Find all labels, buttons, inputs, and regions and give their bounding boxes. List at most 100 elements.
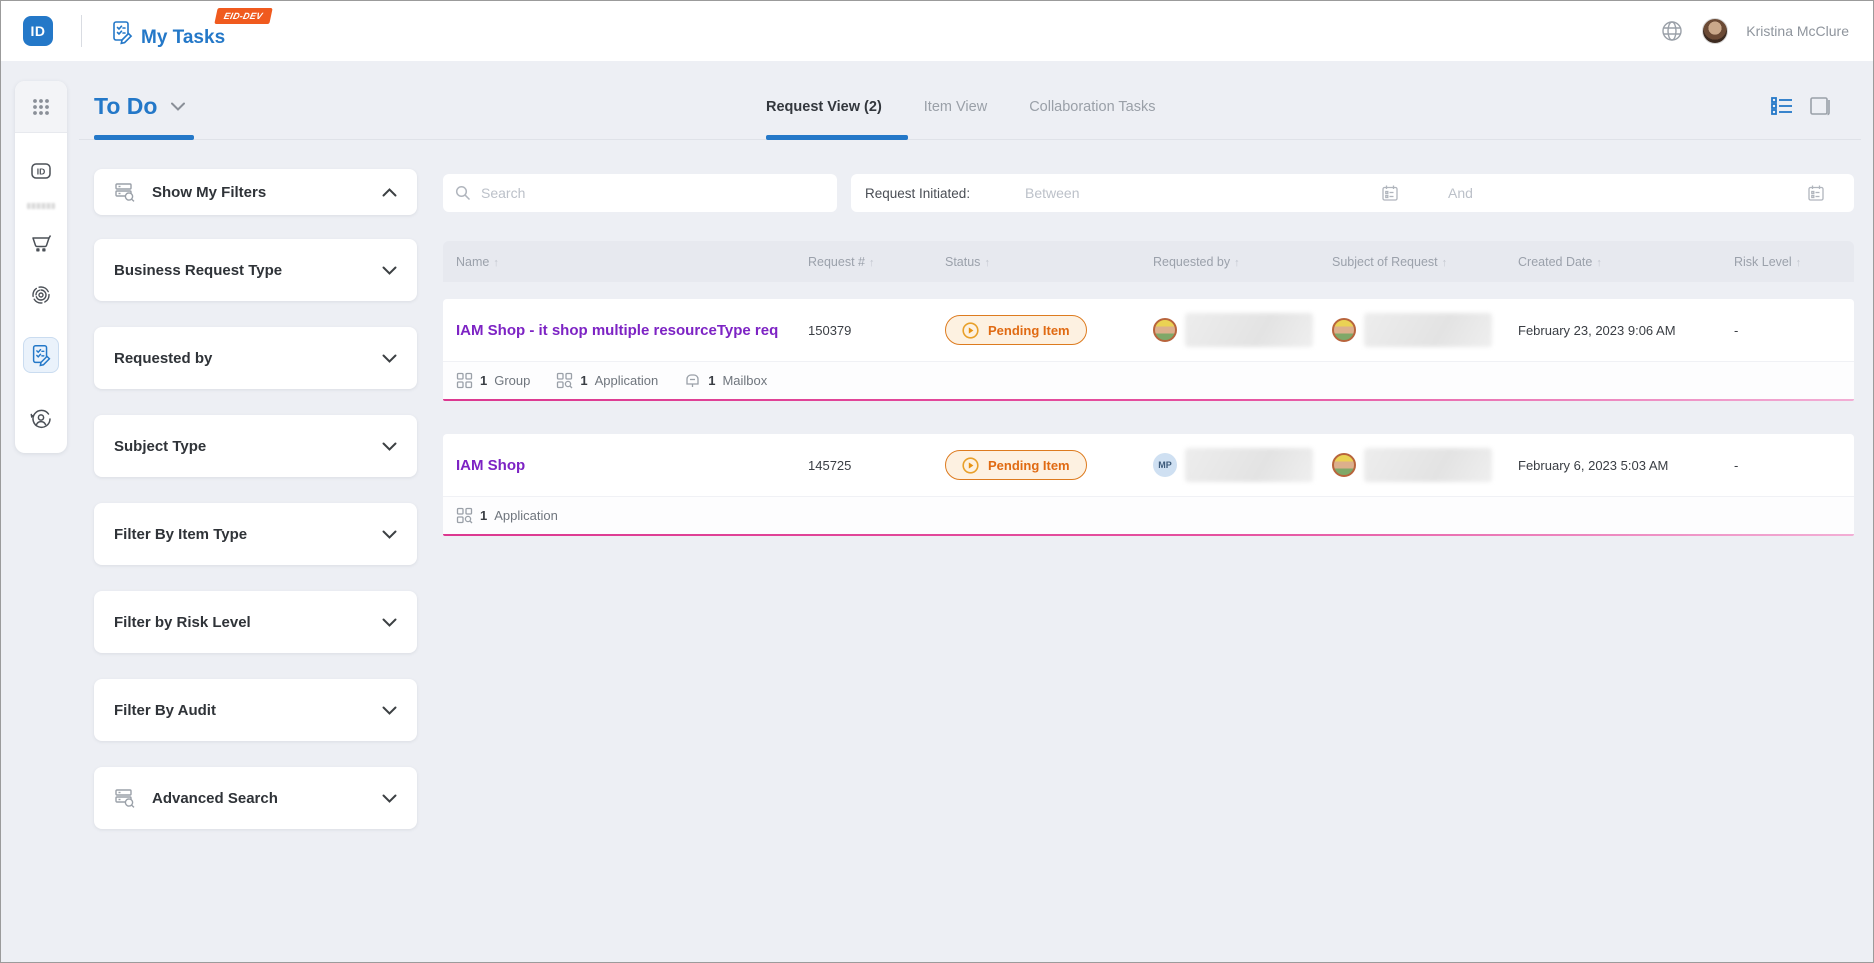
- chevron-down-icon: [382, 442, 397, 451]
- group-icon: [456, 372, 473, 389]
- application-icon: [456, 507, 473, 524]
- request-initiated-label: Request Initiated:: [865, 186, 970, 201]
- view-title-underline: [94, 135, 194, 140]
- svg-text:ID: ID: [37, 167, 46, 177]
- status-badge: Pending Item: [945, 450, 1087, 480]
- calendar-icon[interactable]: [1381, 184, 1399, 202]
- column-header-request-number[interactable]: Request #↑: [795, 255, 932, 269]
- column-header-status[interactable]: Status↑: [932, 255, 1140, 269]
- chevron-down-icon: [382, 706, 397, 715]
- filter-label: Filter By Item Type: [114, 526, 247, 543]
- shop-cart-icon[interactable]: [23, 225, 59, 261]
- redacted-name: [1364, 313, 1492, 347]
- pending-play-icon: [962, 322, 979, 339]
- chevron-down-icon: [382, 354, 397, 363]
- environment-badge: EID-DEV: [214, 8, 272, 24]
- left-sidebar: ID: [15, 81, 67, 453]
- identity-nav-icon[interactable]: ID: [23, 153, 59, 189]
- filter-card-requested-by[interactable]: Requested by: [94, 327, 417, 389]
- table-row[interactable]: IAM Shop - it shop multiple resourceType…: [443, 299, 1854, 401]
- request-name-link[interactable]: IAM Shop: [443, 457, 795, 474]
- created-date: February 23, 2023 9:06 AM: [1505, 323, 1721, 338]
- sort-asc-icon: ↑: [984, 257, 990, 269]
- sort-asc-icon: ↑: [1796, 257, 1802, 269]
- avatar: [1332, 318, 1356, 342]
- sort-asc-icon: ↑: [869, 257, 875, 269]
- table-row[interactable]: IAM Shop 145725 Pending Item MP February: [443, 434, 1854, 536]
- fingerprint-icon[interactable]: [23, 277, 59, 313]
- search-icon: [455, 185, 471, 201]
- item-tag-mailbox: 1 Mailbox: [684, 372, 767, 389]
- tab-collaboration-tasks[interactable]: Collaboration Tasks: [1029, 99, 1155, 115]
- chevron-up-icon: [382, 188, 397, 197]
- topbar-divider: [81, 15, 82, 47]
- access-review-icon[interactable]: [23, 401, 59, 437]
- tab-item-view[interactable]: Item View: [924, 99, 987, 115]
- subject-cell: [1319, 448, 1505, 482]
- card-view-icon[interactable]: [1809, 95, 1833, 117]
- filter-card-item-type[interactable]: Filter By Item Type: [94, 503, 417, 565]
- filter-card-business-request-type[interactable]: Business Request Type: [94, 239, 417, 301]
- page-title: My Tasks: [141, 27, 225, 49]
- globe-icon[interactable]: [1660, 19, 1684, 43]
- filter-label: Show My Filters: [152, 184, 266, 201]
- search-bar: [443, 174, 837, 212]
- search-input[interactable]: [481, 185, 825, 201]
- item-tag-application: 1 Application: [456, 507, 558, 524]
- row-accent-line: [443, 399, 1854, 401]
- filter-search-icon: [114, 181, 136, 203]
- user-avatar[interactable]: [1702, 18, 1728, 44]
- redacted-name: [1185, 448, 1313, 482]
- status-badge: Pending Item: [945, 315, 1087, 345]
- apps-grid-icon[interactable]: [15, 81, 67, 133]
- filter-label: Business Request Type: [114, 262, 282, 279]
- user-name[interactable]: Kristina McClure: [1746, 23, 1849, 39]
- request-name-link[interactable]: IAM Shop - it shop multiple resourceType…: [443, 322, 795, 339]
- risk-level: -: [1721, 458, 1854, 473]
- risk-level: -: [1721, 323, 1854, 338]
- created-date: February 6, 2023 5:03 AM: [1505, 458, 1721, 473]
- view-selector[interactable]: To Do: [94, 93, 185, 120]
- column-header-risk-level[interactable]: Risk Level↑: [1721, 255, 1854, 269]
- column-header-created-date[interactable]: Created Date↑: [1505, 255, 1721, 269]
- list-view-icon[interactable]: [1771, 96, 1793, 116]
- view-title-label: To Do: [94, 93, 157, 120]
- column-header-subject[interactable]: Subject of Request↑: [1319, 255, 1505, 269]
- filter-card-subject-type[interactable]: Subject Type: [94, 415, 417, 477]
- filter-search-icon: [114, 787, 136, 809]
- sort-asc-icon: ↑: [493, 257, 499, 269]
- top-bar: ID My Tasks EID-DEV Kristina McClure: [1, 1, 1873, 61]
- avatar: MP: [1153, 453, 1177, 477]
- item-tag-group: 1 Group: [456, 372, 530, 389]
- product-logo[interactable]: ID: [23, 16, 53, 46]
- requested-by-cell: [1140, 313, 1319, 347]
- requests-table: Name↑ Request #↑ Status↑ Requested by↑ S…: [443, 241, 1854, 536]
- status-cell: Pending Item: [932, 315, 1140, 345]
- app-window: ID My Tasks EID-DEV Kristina McClure: [0, 0, 1874, 963]
- calendar-icon[interactable]: [1807, 184, 1825, 202]
- filter-card-advanced-search[interactable]: Advanced Search: [94, 767, 417, 829]
- chevron-down-icon: [382, 266, 397, 275]
- filter-card-audit[interactable]: Filter By Audit: [94, 679, 417, 741]
- redacted-nav-label: [27, 203, 55, 209]
- filter-card-risk-level[interactable]: Filter by Risk Level: [94, 591, 417, 653]
- tab-request-view[interactable]: Request View (2): [766, 99, 882, 115]
- date-from-input[interactable]: Between: [1025, 185, 1079, 201]
- column-header-name[interactable]: Name↑: [443, 255, 795, 269]
- request-initiated-filter: Request Initiated: Between And: [851, 174, 1854, 212]
- chevron-down-icon: [382, 618, 397, 627]
- column-header-requested-by[interactable]: Requested by↑: [1140, 255, 1319, 269]
- date-to-input[interactable]: And: [1448, 185, 1473, 201]
- my-tasks-nav-icon[interactable]: [23, 337, 59, 373]
- my-tasks-icon: [109, 19, 135, 50]
- sort-asc-icon: ↑: [1442, 257, 1448, 269]
- application-icon: [556, 372, 573, 389]
- requested-by-cell: MP: [1140, 448, 1319, 482]
- sort-asc-icon: ↑: [1596, 257, 1602, 269]
- chevron-down-icon: [382, 794, 397, 803]
- filter-card-show-my-filters[interactable]: Show My Filters: [94, 169, 417, 215]
- avatar: [1153, 318, 1177, 342]
- filter-label: Subject Type: [114, 438, 206, 455]
- request-number: 145725: [795, 458, 932, 473]
- row-items-summary: 1 Application: [443, 496, 1854, 534]
